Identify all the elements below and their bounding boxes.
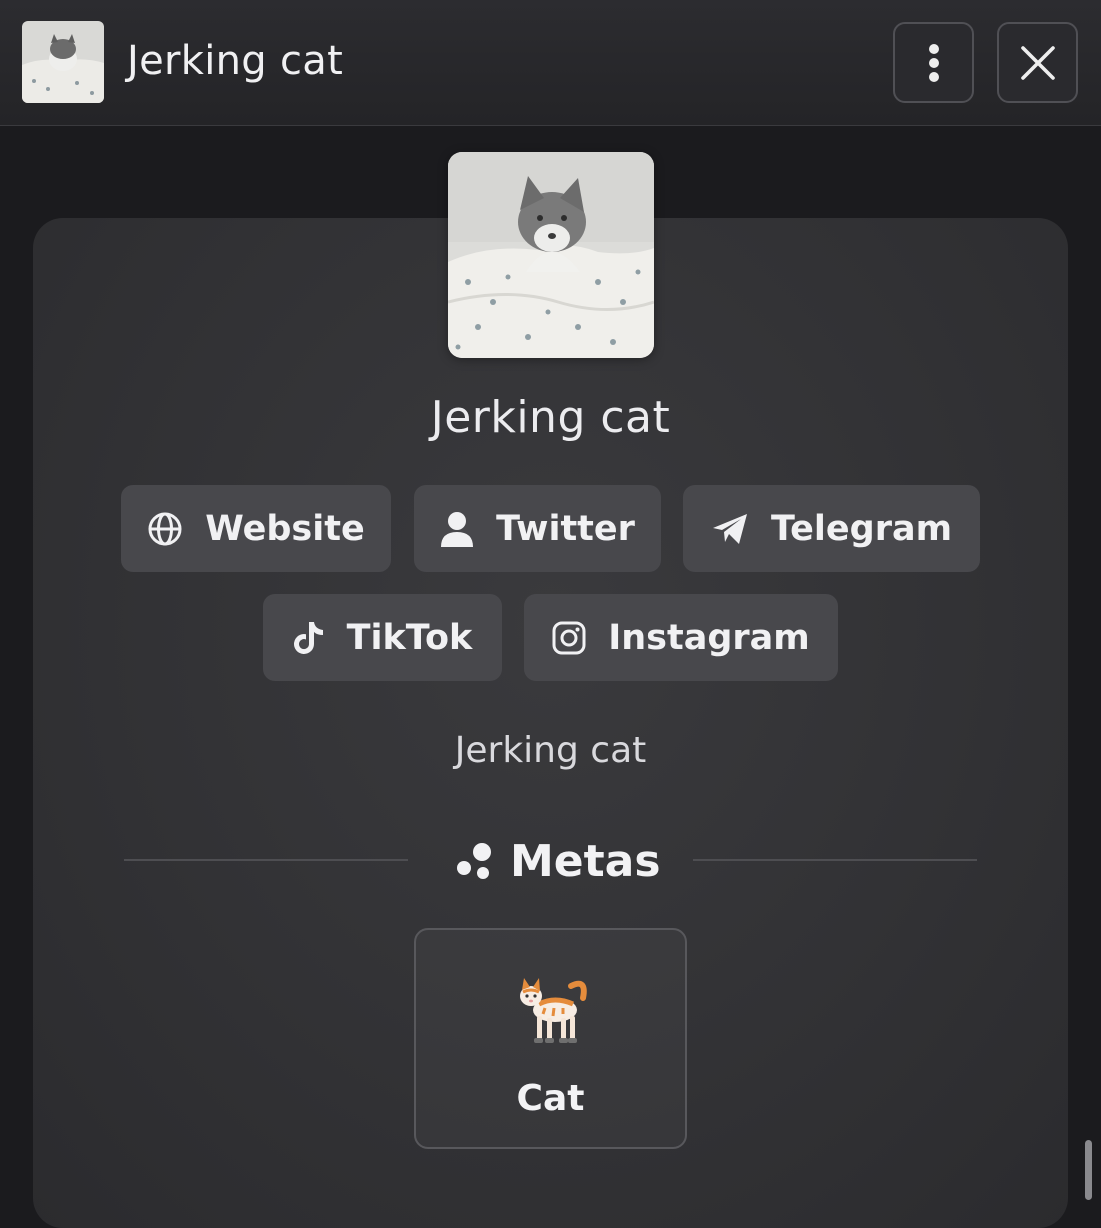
instagram-icon [552, 621, 586, 654]
header-title: Jerking cat [127, 38, 344, 84]
metas-icon [457, 843, 491, 879]
metas-heading: Metas [454, 834, 661, 888]
telegram-icon [712, 513, 747, 544]
token-image [448, 152, 654, 358]
telegram-label: Telegram [770, 508, 953, 549]
top-bar: Jerking cat [0, 0, 1101, 126]
close-button[interactable] [997, 22, 1078, 103]
more-options-button[interactable] [893, 22, 974, 103]
metas-title: Metas [510, 835, 661, 887]
tiktok-label: TikTok [346, 617, 473, 658]
more-vertical-icon [928, 43, 939, 82]
close-icon [1020, 45, 1055, 80]
tiktok-button[interactable]: TikTok [263, 594, 502, 681]
telegram-button[interactable]: Telegram [683, 485, 980, 572]
instagram-label: Instagram [608, 617, 810, 658]
website-label: Website [205, 508, 365, 549]
scrollbar-thumb[interactable] [1085, 1140, 1092, 1200]
meta-item-label: Cat [516, 1078, 585, 1119]
tiktok-icon [293, 621, 323, 654]
globe-icon [148, 512, 182, 545]
twitter-button[interactable]: Twitter [414, 485, 661, 572]
instagram-button[interactable]: Instagram [524, 594, 838, 681]
meta-item-cat[interactable]: Cat [414, 928, 687, 1149]
token-description: Jerking cat [454, 730, 647, 771]
cat-emoji-icon [416, 968, 685, 1052]
user-icon [441, 511, 474, 547]
twitter-label: Twitter [496, 508, 635, 549]
divider-right [693, 859, 977, 861]
divider-left [124, 859, 408, 861]
token-thumbnail [22, 21, 104, 103]
website-button[interactable]: Website [121, 485, 391, 572]
token-name: Jerking cat [430, 392, 671, 443]
